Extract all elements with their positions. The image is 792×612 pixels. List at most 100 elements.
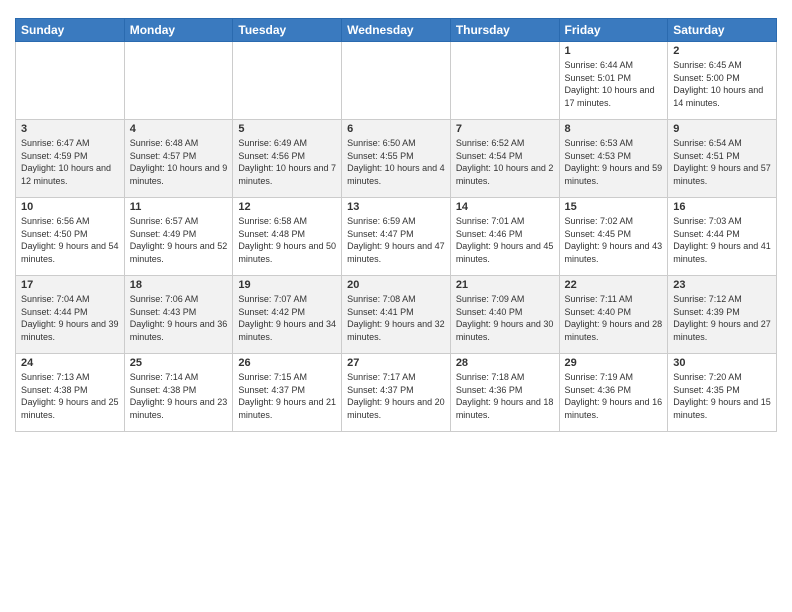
day-cell: 2Sunrise: 6:45 AM Sunset: 5:00 PM Daylig… <box>668 42 777 120</box>
day-cell: 27 Sunrise: 7:17 AM Sunset: 4:37 PM Dayli… <box>342 354 451 432</box>
day-cell: 7 Sunrise: 6:52 AM Sunset: 4:54 PM Daylig… <box>450 120 559 198</box>
day-cell: 13 Sunrise: 6:59 AM Sunset: 4:47 PM Dayli… <box>342 198 451 276</box>
day-info: Sunrise: 7:07 AM Sunset: 4:42 PM Dayligh… <box>238 293 336 343</box>
day-number: 19 <box>238 279 336 291</box>
day-number: 24 <box>21 357 119 369</box>
day-info: Sunrise: 7:14 AM Sunset: 4:38 PM Dayligh… <box>130 371 228 421</box>
day-info: Sunrise: 7:01 AM Sunset: 4:46 PM Dayligh… <box>456 215 554 265</box>
day-cell: 29Sunrise: 7:19 AM Sunset: 4:36 PM Dayli… <box>559 354 668 432</box>
day-number: 7 <box>456 123 554 135</box>
day-number: 25 <box>130 357 228 369</box>
day-cell: 15 Sunrise: 7:02 AM Sunset: 4:45 PM Dayli… <box>559 198 668 276</box>
day-info: Sunrise: 6:44 AM Sunset: 5:01 PM Dayligh… <box>565 59 663 109</box>
day-cell: 30 Sunrise: 7:20 AM Sunset: 4:35 PM Dayli… <box>668 354 777 432</box>
day-cell: 5 Sunrise: 6:49 AM Sunset: 4:56 PM Daylig… <box>233 120 342 198</box>
day-info: Sunrise: 7:12 AM Sunset: 4:39 PM Dayligh… <box>673 293 771 343</box>
day-cell: 14 Sunrise: 7:01 AM Sunset: 4:46 PM Dayli… <box>450 198 559 276</box>
day-cell <box>124 42 233 120</box>
day-number: 1 <box>565 45 663 57</box>
day-info: Sunrise: 7:15 AM Sunset: 4:37 PM Dayligh… <box>238 371 336 421</box>
day-cell: 11Sunrise: 6:57 AM Sunset: 4:49 PM Dayli… <box>124 198 233 276</box>
day-cell: 17 Sunrise: 7:04 AM Sunset: 4:44 PM Dayli… <box>16 276 125 354</box>
day-number: 12 <box>238 201 336 213</box>
day-info: Sunrise: 7:13 AM Sunset: 4:38 PM Dayligh… <box>21 371 119 421</box>
day-number: 9 <box>673 123 771 135</box>
col-header-friday: Friday <box>559 19 668 42</box>
day-info: Sunrise: 7:03 AM Sunset: 4:44 PM Dayligh… <box>673 215 771 265</box>
col-header-sunday: Sunday <box>16 19 125 42</box>
day-info: Sunrise: 6:49 AM Sunset: 4:56 PM Dayligh… <box>238 137 336 187</box>
day-cell: 25 Sunrise: 7:14 AM Sunset: 4:38 PM Dayli… <box>124 354 233 432</box>
week-row-2: 10 Sunrise: 6:56 AM Sunset: 4:50 PM Dayli… <box>16 198 777 276</box>
day-info: Sunrise: 6:54 AM Sunset: 4:51 PM Dayligh… <box>673 137 771 187</box>
day-number: 8 <box>565 123 663 135</box>
day-number: 27 <box>347 357 445 369</box>
col-header-saturday: Saturday <box>668 19 777 42</box>
day-cell: 4Sunrise: 6:48 AM Sunset: 4:57 PM Daylig… <box>124 120 233 198</box>
day-number: 28 <box>456 357 554 369</box>
day-number: 6 <box>347 123 445 135</box>
day-cell: 9 Sunrise: 6:54 AM Sunset: 4:51 PM Daylig… <box>668 120 777 198</box>
day-cell <box>450 42 559 120</box>
week-row-1: 3 Sunrise: 6:47 AM Sunset: 4:59 PM Daylig… <box>16 120 777 198</box>
col-header-tuesday: Tuesday <box>233 19 342 42</box>
day-info: Sunrise: 7:18 AM Sunset: 4:36 PM Dayligh… <box>456 371 554 421</box>
day-number: 23 <box>673 279 771 291</box>
page: General Blue SundayMondayTuesdayWednesda… <box>0 0 792 612</box>
day-cell <box>16 42 125 120</box>
day-cell: 12Sunrise: 6:58 AM Sunset: 4:48 PM Dayli… <box>233 198 342 276</box>
day-number: 13 <box>347 201 445 213</box>
day-cell: 10 Sunrise: 6:56 AM Sunset: 4:50 PM Dayli… <box>16 198 125 276</box>
day-number: 15 <box>565 201 663 213</box>
header-row: SundayMondayTuesdayWednesdayThursdayFrid… <box>16 19 777 42</box>
day-info: Sunrise: 7:02 AM Sunset: 4:45 PM Dayligh… <box>565 215 663 265</box>
day-cell: 1 Sunrise: 6:44 AM Sunset: 5:01 PM Daylig… <box>559 42 668 120</box>
day-info: Sunrise: 7:08 AM Sunset: 4:41 PM Dayligh… <box>347 293 445 343</box>
day-info: Sunrise: 7:20 AM Sunset: 4:35 PM Dayligh… <box>673 371 771 421</box>
day-info: Sunrise: 7:17 AM Sunset: 4:37 PM Dayligh… <box>347 371 445 421</box>
day-cell: 18 Sunrise: 7:06 AM Sunset: 4:43 PM Dayli… <box>124 276 233 354</box>
day-number: 16 <box>673 201 771 213</box>
day-info: Sunrise: 6:50 AM Sunset: 4:55 PM Dayligh… <box>347 137 445 187</box>
day-info: Sunrise: 6:57 AM Sunset: 4:49 PM Dayligh… <box>130 215 228 265</box>
day-cell: 8 Sunrise: 6:53 AM Sunset: 4:53 PM Daylig… <box>559 120 668 198</box>
day-info: Sunrise: 6:53 AM Sunset: 4:53 PM Dayligh… <box>565 137 663 187</box>
day-cell: 28 Sunrise: 7:18 AM Sunset: 4:36 PM Dayli… <box>450 354 559 432</box>
day-info: Sunrise: 6:52 AM Sunset: 4:54 PM Dayligh… <box>456 137 554 187</box>
day-info: Sunrise: 6:59 AM Sunset: 4:47 PM Dayligh… <box>347 215 445 265</box>
day-info: Sunrise: 6:47 AM Sunset: 4:59 PM Dayligh… <box>21 137 119 187</box>
day-number: 14 <box>456 201 554 213</box>
col-header-wednesday: Wednesday <box>342 19 451 42</box>
day-info: Sunrise: 7:04 AM Sunset: 4:44 PM Dayligh… <box>21 293 119 343</box>
day-cell: 16 Sunrise: 7:03 AM Sunset: 4:44 PM Dayli… <box>668 198 777 276</box>
col-header-monday: Monday <box>124 19 233 42</box>
day-info: Sunrise: 7:09 AM Sunset: 4:40 PM Dayligh… <box>456 293 554 343</box>
day-number: 5 <box>238 123 336 135</box>
day-number: 4 <box>130 123 228 135</box>
col-header-thursday: Thursday <box>450 19 559 42</box>
day-cell: 19 Sunrise: 7:07 AM Sunset: 4:42 PM Dayli… <box>233 276 342 354</box>
day-cell: 23 Sunrise: 7:12 AM Sunset: 4:39 PM Dayli… <box>668 276 777 354</box>
day-info: Sunrise: 7:11 AM Sunset: 4:40 PM Dayligh… <box>565 293 663 343</box>
day-cell: 22 Sunrise: 7:11 AM Sunset: 4:40 PM Dayli… <box>559 276 668 354</box>
day-cell: 20 Sunrise: 7:08 AM Sunset: 4:41 PM Dayli… <box>342 276 451 354</box>
day-cell: 24 Sunrise: 7:13 AM Sunset: 4:38 PM Dayli… <box>16 354 125 432</box>
day-info: Sunrise: 7:06 AM Sunset: 4:43 PM Dayligh… <box>130 293 228 343</box>
day-number: 29 <box>565 357 663 369</box>
day-number: 2 <box>673 45 771 57</box>
day-number: 17 <box>21 279 119 291</box>
week-row-0: 1 Sunrise: 6:44 AM Sunset: 5:01 PM Daylig… <box>16 42 777 120</box>
day-number: 20 <box>347 279 445 291</box>
day-number: 18 <box>130 279 228 291</box>
day-number: 30 <box>673 357 771 369</box>
week-row-4: 24 Sunrise: 7:13 AM Sunset: 4:38 PM Dayli… <box>16 354 777 432</box>
day-info: Sunrise: 6:56 AM Sunset: 4:50 PM Dayligh… <box>21 215 119 265</box>
day-cell: 26Sunrise: 7:15 AM Sunset: 4:37 PM Dayli… <box>233 354 342 432</box>
day-number: 10 <box>21 201 119 213</box>
day-number: 21 <box>456 279 554 291</box>
day-number: 22 <box>565 279 663 291</box>
day-cell: 3 Sunrise: 6:47 AM Sunset: 4:59 PM Daylig… <box>16 120 125 198</box>
day-cell <box>233 42 342 120</box>
day-number: 3 <box>21 123 119 135</box>
day-cell <box>342 42 451 120</box>
